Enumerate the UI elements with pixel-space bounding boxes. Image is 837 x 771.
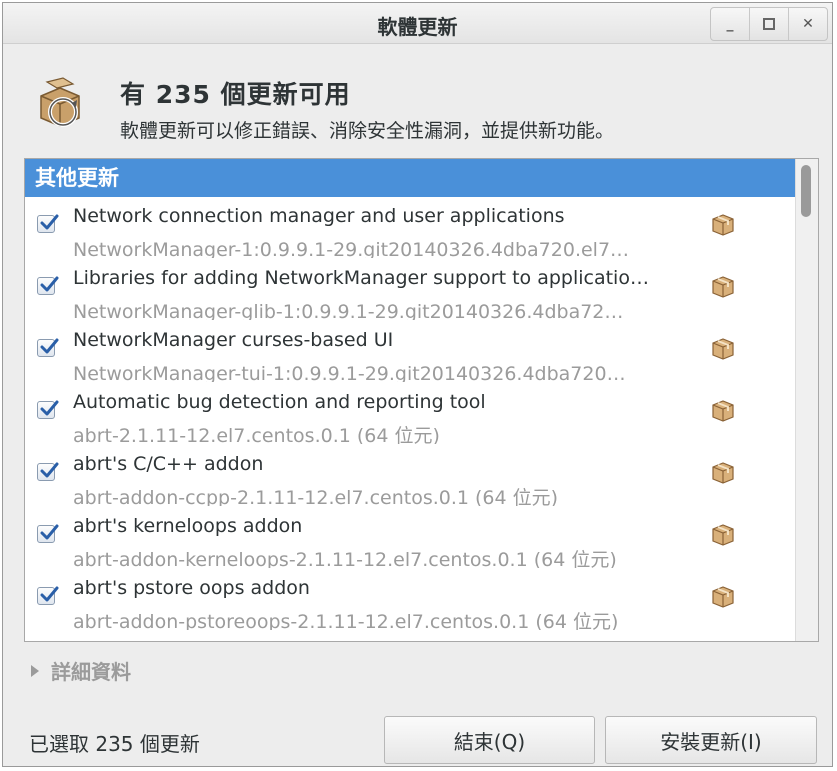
window-controls: _ ✕	[710, 7, 828, 41]
minimize-button[interactable]: _	[711, 8, 749, 40]
close-window-button[interactable]: ✕	[788, 8, 827, 40]
update-package-version: NetworkManager-tui-1:0.9.9.1-29.git20140…	[73, 363, 626, 382]
update-checkbox[interactable]	[37, 462, 59, 481]
scrollbar[interactable]	[795, 159, 818, 641]
update-row[interactable]: abrt's pstore oops addon abrt-addon-pstor…	[25, 573, 796, 635]
update-summary: abrt's kerneloops addon	[73, 515, 303, 537]
maximize-icon	[763, 18, 775, 30]
section-header-other-updates: 其他更新	[25, 159, 796, 197]
package-icon	[710, 211, 736, 237]
update-package-version: abrt-2.1.11-12.el7.centos.0.1 (64 位元)	[73, 425, 440, 444]
install-updates-button[interactable]: 安裝更新(I)	[605, 716, 817, 764]
updates-description: 軟體更新可以修正錯誤、消除安全性漏洞，並提供新功能。	[120, 120, 615, 142]
update-package-version: NetworkManager-glib-1:0.9.9.1-29.git2014…	[73, 301, 624, 320]
close-icon: ✕	[802, 16, 814, 32]
update-row[interactable]: Libraries for adding NetworkManager supp…	[25, 263, 796, 325]
update-rows: Network connection manager and user appl…	[25, 201, 796, 635]
details-label: 詳細資料	[51, 660, 131, 684]
maximize-button[interactable]	[749, 8, 788, 40]
package-icon	[710, 335, 736, 361]
update-row[interactable]: Automatic bug detection and reporting to…	[25, 387, 796, 449]
expand-triangle-icon	[31, 664, 39, 677]
update-summary: Libraries for adding NetworkManager supp…	[73, 267, 649, 289]
minimize-icon: _	[726, 16, 734, 32]
software-update-package-icon	[40, 77, 80, 127]
quit-button[interactable]: 結束(Q)	[384, 716, 595, 764]
update-summary: abrt's pstore oops addon	[73, 577, 310, 599]
update-row[interactable]: Network connection manager and user appl…	[25, 201, 796, 263]
package-icon	[710, 521, 736, 547]
package-icon	[710, 397, 736, 423]
package-icon	[710, 459, 736, 485]
update-checkbox[interactable]	[37, 586, 59, 605]
update-summary: Automatic bug detection and reporting to…	[73, 391, 486, 413]
update-checkbox[interactable]	[37, 338, 59, 357]
update-package-version: abrt-addon-ccpp-2.1.11-12.el7.centos.0.1…	[73, 487, 559, 506]
updates-available-title: 有 235 個更新可用	[120, 80, 351, 109]
selection-status: 已選取 235 個更新	[29, 732, 200, 756]
update-checkbox[interactable]	[37, 524, 59, 543]
update-list: 其他更新 Network connection manager and user…	[24, 158, 819, 642]
update-summary: abrt's C/C++ addon	[73, 453, 264, 475]
update-summary: Network connection manager and user appl…	[73, 205, 565, 227]
window-title: 軟體更新	[377, 15, 458, 39]
update-package-version: NetworkManager-1:0.9.9.1-29.git20140326.…	[73, 239, 630, 258]
update-row[interactable]: NetworkManager curses-based UI NetworkMan…	[25, 325, 796, 387]
update-row[interactable]: abrt's kerneloops addon abrt-addon-kernel…	[25, 511, 796, 573]
software-update-window: 軟體更新 _ ✕ 有 235 個更新可用 軟體更新可以修正錯誤、消除安全性漏洞，…	[2, 2, 833, 767]
package-icon	[710, 273, 736, 299]
update-summary: NetworkManager curses-based UI	[73, 329, 394, 351]
update-row[interactable]: abrt's C/C++ addon abrt-addon-ccpp-2.1.11…	[25, 449, 796, 511]
update-package-version: abrt-addon-kerneloops-2.1.11-12.el7.cent…	[73, 549, 617, 568]
scrollbar-thumb[interactable]	[801, 165, 811, 217]
update-checkbox[interactable]	[37, 214, 59, 233]
update-checkbox[interactable]	[37, 400, 59, 419]
details-expander[interactable]: 詳細資料	[31, 656, 131, 685]
package-icon	[710, 583, 736, 609]
title-bar[interactable]: 軟體更新 _ ✕	[3, 3, 832, 44]
update-checkbox[interactable]	[37, 276, 59, 295]
update-package-version: abrt-addon-pstoreoops-2.1.11-12.el7.cent…	[73, 611, 619, 630]
